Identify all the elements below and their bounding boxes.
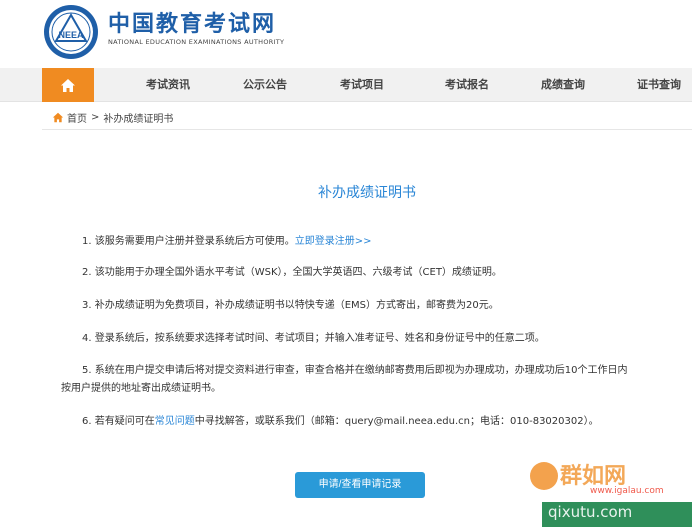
nav-item-news[interactable]: 考试资讯 <box>132 68 204 102</box>
site-name: 中国教育考试网 <box>108 12 277 37</box>
watermark-logo-icon <box>530 462 558 490</box>
info-item-2: 2. 该功能用于办理全国外语水平考试（WSK），全国大学英语四、六级考试（CET… <box>82 267 502 278</box>
main-nav: 考试资讯 公示公告 考试项目 考试报名 成绩查询 证书查询 <box>0 68 692 102</box>
login-register-link[interactable]: 立即登录注册>> <box>295 236 372 247</box>
nav-item-registration[interactable]: 考试报名 <box>431 68 503 102</box>
info-item-1: 1. 该服务需要用户注册并登录系统后方可使用。立即登录注册>> <box>82 233 372 251</box>
breadcrumb-home-link[interactable]: 首页 <box>67 110 87 125</box>
info-item-6-text-after: 中寻找解答，或联系我们（邮箱：query@mail.neea.edu.cn；电话… <box>194 416 599 427</box>
page-title: 补办成绩证明书 <box>318 185 416 201</box>
neea-seal-logo[interactable]: NEEA <box>42 3 100 61</box>
faq-link[interactable]: 常见问题 <box>155 416 195 427</box>
info-item-5: 5. 系统在用户提交申请后将对提交资料进行审查，审查合格并在缴纳邮寄费用后即视为… <box>82 365 628 376</box>
seal-letters: NEEA <box>58 30 84 40</box>
info-item-6-text-before: 6. 若有疑问可在 <box>82 416 155 427</box>
home-icon <box>61 78 75 92</box>
watermark-url: www.igalau.com <box>590 486 664 496</box>
info-item-4: 4. 登录系统后，按系统要求选择考试时间、考试项目；并输入准考证号、姓名和身份证… <box>82 333 545 344</box>
nav-item-exams[interactable]: 考试项目 <box>326 68 398 102</box>
nav-home-button[interactable] <box>42 68 94 102</box>
nav-item-certificates[interactable]: 证书查询 <box>626 68 692 102</box>
breadcrumb-current: 补办成绩证明书 <box>103 113 174 125</box>
site-header: NEEA 中国教育考试网 NATIONAL EDUCATION EXAMINAT… <box>0 0 692 68</box>
info-item-6: 6. 若有疑问可在常见问题中寻找解答，或联系我们（邮箱：query@mail.n… <box>82 413 599 431</box>
nav-item-notices[interactable]: 公示公告 <box>229 68 301 102</box>
breadcrumb-home-icon <box>52 112 64 122</box>
site-subtitle: NATIONAL EDUCATION EXAMINATIONS AUTHORIT… <box>108 38 285 46</box>
nav-item-scores[interactable]: 成绩查询 <box>527 68 599 102</box>
watermark-band-text: qixutu.com <box>548 503 633 521</box>
info-item-1-text: 1. 该服务需要用户注册并登录系统后方可使用。 <box>82 236 295 247</box>
info-item-5-line2: 按用户提供的地址寄出成绩证明书。 <box>61 383 221 394</box>
breadcrumb: 首页 > 补办成绩证明书 <box>52 108 173 126</box>
breadcrumb-separator: > <box>91 111 100 123</box>
info-item-3: 3. 补办成绩证明为免费项目，补办成绩证明书以特快专递（EMS）方式寄出，邮寄费… <box>82 300 499 311</box>
apply-view-records-button[interactable]: 申请/查看申请记录 <box>295 472 425 498</box>
